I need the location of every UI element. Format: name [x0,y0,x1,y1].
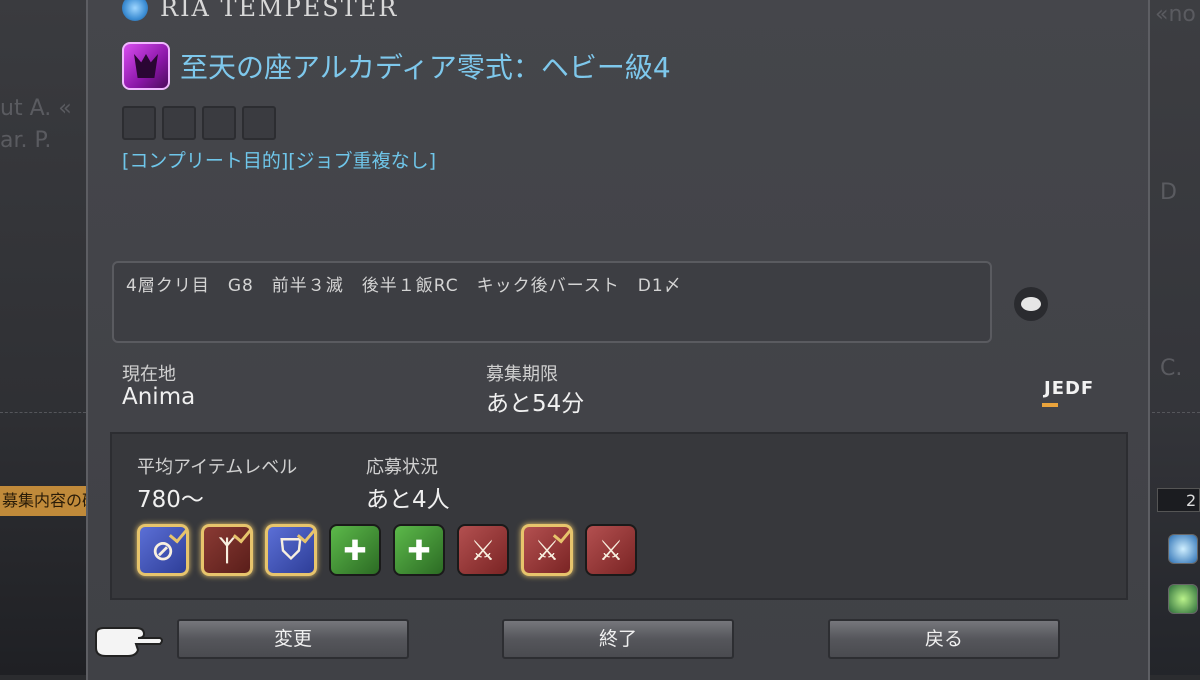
bg-text: ut A. « [0,96,72,121]
language-underline [1042,403,1058,407]
owner-name: RIA TEMPESTER [160,0,399,22]
change-button[interactable]: 変更 [177,619,409,659]
bg-text: C. [1160,356,1183,381]
status-value: あと4人 [366,487,450,513]
job-glyph: ⚔ [598,533,624,567]
background-right [1150,0,1200,675]
job-slot-dps-filled-icon[interactable]: ᛉ [201,524,253,576]
bg-skill-icon [1168,584,1198,614]
bg-divider [1152,412,1200,413]
duty-row: 至天の座アルカディア零式：ヘビー級4 [122,42,671,90]
job-slots: ⊘ ᛉ ⛉ ✚ ✚ ⚔ ⚔ ⚔ [137,524,637,576]
bg-skill-icon [1168,534,1198,564]
job-glyph: ✚ [343,533,367,567]
back-button[interactable]: 戻る [828,619,1060,659]
job-slot-healer-icon[interactable]: ✚ [329,524,381,576]
condition-slot [202,106,236,140]
job-slot-dps-icon[interactable]: ⚔ [457,524,509,576]
hand-pointer-icon [95,627,163,657]
condition-slot [162,106,196,140]
duty-name: 至天の座アルカディア零式：ヘビー級4 [180,51,671,84]
bg-text: ar. P. [0,128,52,153]
job-slot-tank-filled-icon[interactable]: ⊘ [137,524,189,576]
location-value: Anima [122,384,196,410]
bg-text: D [1160,180,1177,205]
recruit-tags: [コンプリート目的][ジョブ重複なし] [122,150,437,172]
chat-bubble-icon [1021,297,1041,311]
job-slot-healer-icon[interactable]: ✚ [393,524,445,576]
duty-icon [122,42,170,90]
language-flags: JEDF [1044,378,1095,399]
job-slot-tank-filled-icon[interactable]: ⛉ [265,524,317,576]
job-glyph: ⚔ [534,533,560,567]
job-glyph: ⛉ [280,533,302,566]
comment-box: 4層クリ目 G8 前半３滅 後半１飯RC キック後バースト D1〆 [112,261,992,343]
bg-page-number: 2 [1157,488,1200,512]
deadline-label: 募集期限 [486,364,558,385]
condition-slots [122,106,276,140]
job-glyph: ⚔ [470,533,496,567]
chat-bubble-button[interactable] [1014,287,1048,321]
condition-slot [122,106,156,140]
avg-ilvl-value: 780～ [137,487,204,513]
location-label: 現在地 [122,364,176,385]
deadline-value: あと54分 [486,391,585,417]
bg-text: «no [1155,2,1196,27]
world-icon [122,0,148,21]
avg-ilvl-label: 平均アイテムレベル [137,457,298,478]
job-slot-dps-icon[interactable]: ⚔ [585,524,637,576]
bg-divider [0,412,86,413]
owner-row: RIA TEMPESTER [122,0,398,22]
end-button[interactable]: 終了 [502,619,734,659]
status-label: 応募状況 [366,457,438,478]
job-glyph: ✚ [407,533,431,567]
condition-slot [242,106,276,140]
job-glyph: ᛉ [218,533,236,567]
bg-recruit-tag: 募集内容の確認 [0,486,88,516]
job-glyph: ⊘ [151,533,175,567]
job-slot-dps-filled-icon[interactable]: ⚔ [521,524,573,576]
